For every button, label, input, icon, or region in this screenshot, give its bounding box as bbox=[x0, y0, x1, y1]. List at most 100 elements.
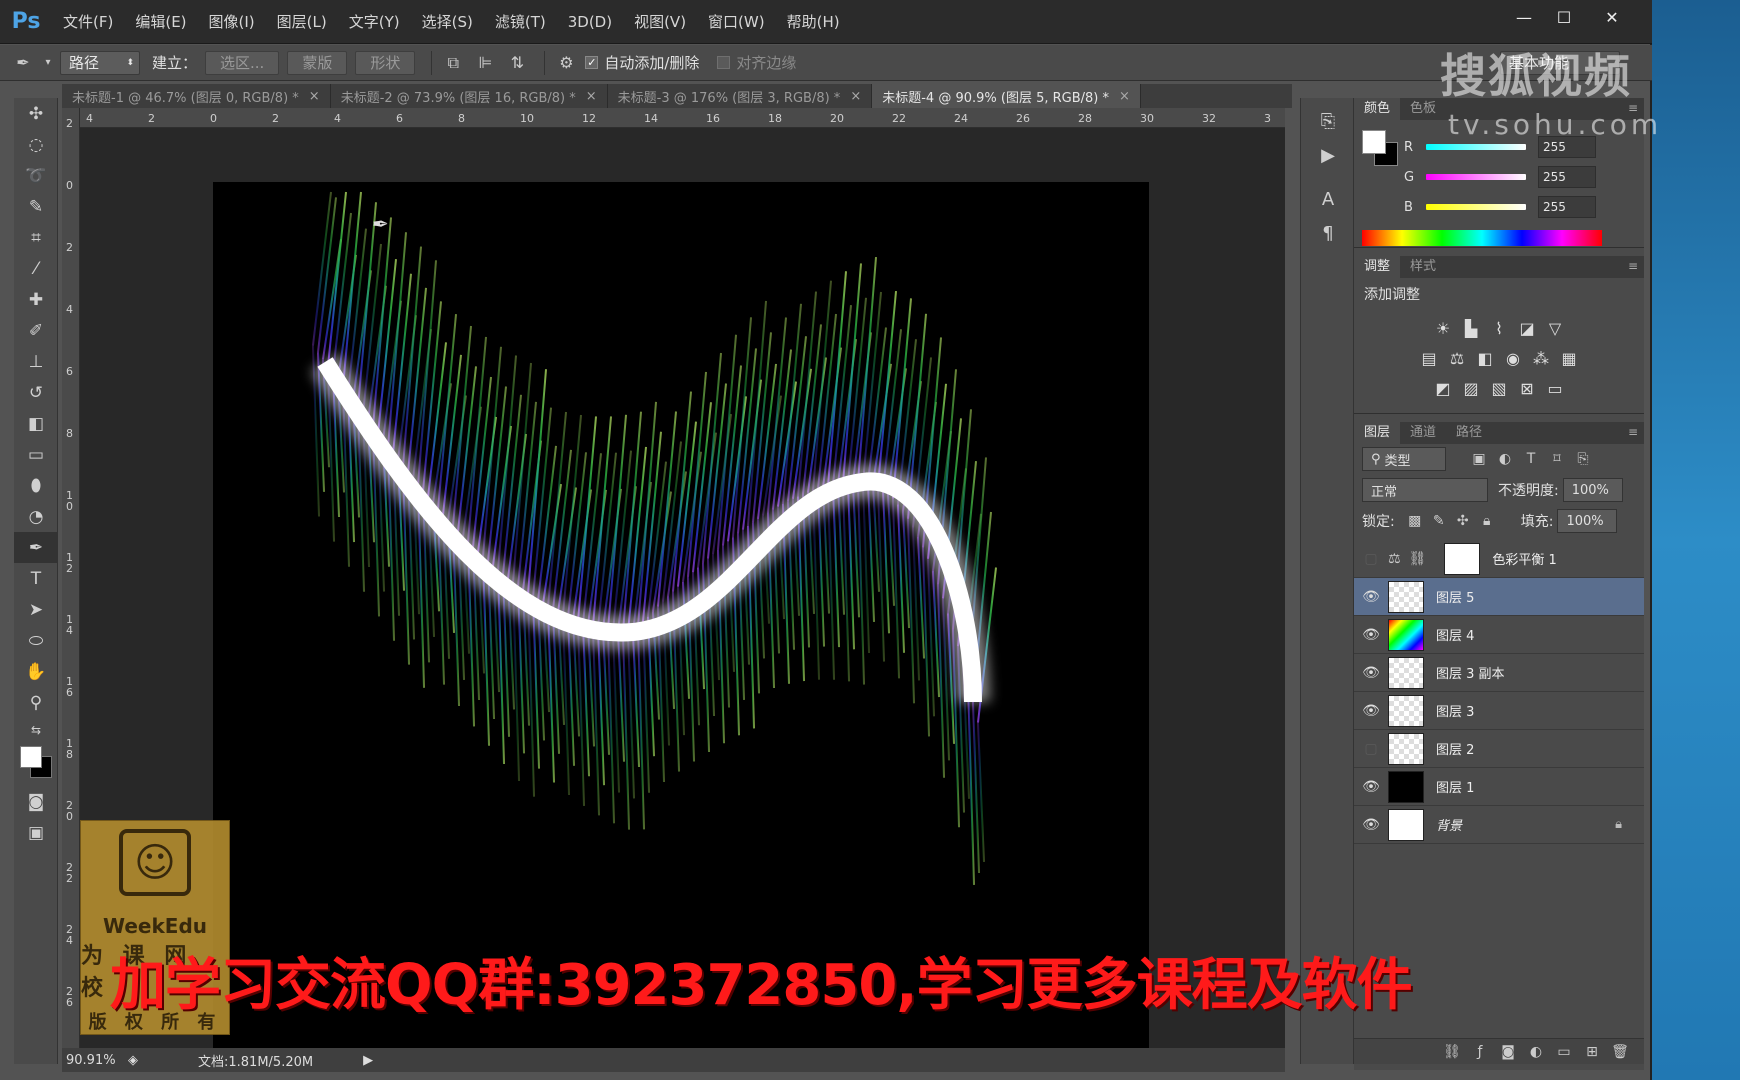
tab-document-3[interactable]: 未标题-3 @ 176% (图层 3, RGB/8) * × bbox=[608, 84, 873, 108]
layer-row[interactable]: 👁︎ 图层 1 bbox=[1354, 768, 1644, 806]
color-spectrum[interactable] bbox=[1362, 230, 1602, 246]
pen-mode-select[interactable]: 路径 ⬍ bbox=[60, 50, 140, 75]
layer-thumbnail[interactable] bbox=[1388, 808, 1424, 841]
blend-mode-select[interactable]: 正常 bbox=[1362, 478, 1488, 502]
filter-smart-object-icon[interactable]: ⎘ bbox=[1570, 451, 1596, 467]
layer-thumbnail[interactable] bbox=[1388, 656, 1424, 689]
fill-input[interactable]: 100% bbox=[1557, 509, 1618, 533]
close-tab-icon[interactable]: × bbox=[586, 89, 597, 104]
tab-styles[interactable]: 样式 bbox=[1400, 256, 1446, 278]
gradient-tool-icon[interactable]: ▭ bbox=[14, 439, 58, 470]
layer-name[interactable]: 色彩平衡 1 bbox=[1492, 549, 1556, 568]
delete-layer-icon[interactable]: 🗑︎ bbox=[1606, 1044, 1634, 1060]
panel-menu-icon[interactable]: ≡ bbox=[1628, 425, 1638, 439]
status-menu-arrow-icon[interactable]: ▶ bbox=[363, 1053, 373, 1068]
layer-thumbnail[interactable] bbox=[1388, 732, 1424, 765]
type-tool-icon[interactable]: T bbox=[14, 563, 58, 594]
close-tab-icon[interactable]: × bbox=[850, 89, 861, 104]
layer-name[interactable]: 图层 3 bbox=[1436, 701, 1474, 720]
crop-tool-icon[interactable]: ⌗ bbox=[14, 222, 58, 253]
menu-help[interactable]: 帮助(H) bbox=[776, 0, 851, 44]
path-arrangement-icon[interactable]: ⇅ bbox=[504, 51, 530, 75]
red-slider[interactable] bbox=[1426, 144, 1526, 150]
menu-3d[interactable]: 3D(D) bbox=[557, 0, 623, 44]
lock-transparent-icon[interactable]: ▩ bbox=[1403, 513, 1427, 529]
layer-row[interactable]: 👁︎ 图层 3 副本 bbox=[1354, 654, 1644, 692]
healing-brush-tool-icon[interactable]: ✚ bbox=[14, 284, 58, 315]
pen-tool-icon[interactable]: ✒ bbox=[14, 532, 58, 563]
make-shape-button[interactable]: 形状 bbox=[355, 50, 416, 75]
tab-document-4[interactable]: 未标题-4 @ 90.9% (图层 5, RGB/8) * × bbox=[872, 84, 1141, 108]
opacity-input[interactable]: 100% bbox=[1562, 478, 1623, 502]
curves-icon[interactable]: ⌇ bbox=[1485, 316, 1513, 340]
move-tool-icon[interactable]: ✣ bbox=[14, 98, 58, 129]
menu-filter[interactable]: 滤镜(T) bbox=[484, 0, 557, 44]
brush-tool-icon[interactable]: ✐ bbox=[14, 315, 58, 346]
dodge-tool-icon[interactable]: ◔ bbox=[14, 501, 58, 532]
layer-row[interactable]: 👁︎ 图层 5 bbox=[1354, 578, 1644, 616]
channel-mixer-icon[interactable]: ⁂ bbox=[1527, 346, 1555, 370]
eyedropper-tool-icon[interactable]: ⁄ bbox=[14, 253, 58, 284]
pen-tool-icon[interactable]: ✒ bbox=[10, 51, 36, 75]
vibrance-icon[interactable]: ▽ bbox=[1541, 316, 1569, 340]
eye-icon[interactable]: 👁︎ bbox=[1354, 817, 1388, 833]
menu-file[interactable]: 文件(F) bbox=[52, 0, 124, 44]
tab-layers[interactable]: 图层 bbox=[1354, 422, 1401, 444]
layer-row[interactable]: 👁︎ 图层 3 bbox=[1354, 692, 1644, 730]
menu-edit[interactable]: 编辑(E) bbox=[124, 0, 197, 44]
path-operations-icon[interactable]: ⧉ bbox=[440, 51, 466, 75]
tab-document-1[interactable]: 未标题-1 @ 46.7% (图层 0, RGB/8) * × bbox=[62, 84, 331, 108]
layer-thumbnail[interactable] bbox=[1388, 618, 1424, 651]
foreground-swatch[interactable] bbox=[1362, 130, 1386, 154]
make-mask-button[interactable]: 蒙版 bbox=[287, 50, 348, 75]
layer-thumbnail[interactable] bbox=[1388, 770, 1424, 803]
marquee-tool-icon[interactable]: ◌ bbox=[14, 129, 58, 160]
filter-shape-icon[interactable]: ⌑ bbox=[1544, 451, 1570, 467]
character-panel-icon[interactable]: A bbox=[1301, 182, 1355, 216]
quick-select-tool-icon[interactable]: ✎ bbox=[14, 191, 58, 222]
blue-value[interactable]: 255 bbox=[1538, 196, 1596, 218]
layer-name[interactable]: 图层 1 bbox=[1436, 777, 1474, 796]
lasso-tool-icon[interactable]: ➰ bbox=[14, 160, 58, 191]
tab-paths[interactable]: 路径 bbox=[1446, 422, 1492, 444]
new-adjustment-icon[interactable]: ◐ bbox=[1522, 1044, 1550, 1060]
history-panel-icon[interactable]: ⎘ bbox=[1301, 104, 1355, 138]
screen-mode-icon[interactable]: ▣ bbox=[14, 817, 58, 848]
green-value[interactable]: 255 bbox=[1538, 166, 1596, 188]
tab-document-2[interactable]: 未标题-2 @ 73.9% (图层 16, RGB/8) * × bbox=[331, 84, 608, 108]
exposure-icon[interactable]: ◪ bbox=[1513, 316, 1541, 340]
menu-window[interactable]: 窗口(W) bbox=[697, 0, 776, 44]
eye-icon[interactable]: 👁︎ bbox=[1354, 779, 1388, 795]
selective-color-icon[interactable]: ⊠ bbox=[1513, 376, 1541, 400]
layer-row[interactable]: 👁︎ 图层 4 bbox=[1354, 616, 1644, 654]
layer-name[interactable]: 图层 4 bbox=[1436, 625, 1474, 644]
blur-tool-icon[interactable]: ⬮ bbox=[14, 470, 58, 501]
lock-position-icon[interactable]: ✣ bbox=[1451, 513, 1475, 529]
filter-pixel-icon[interactable]: ▣ bbox=[1466, 451, 1492, 467]
document-canvas[interactable] bbox=[213, 182, 1149, 1054]
make-selection-button[interactable]: 选区... bbox=[205, 50, 280, 75]
eye-icon[interactable]: 👁︎ bbox=[1354, 703, 1388, 719]
actions-panel-icon[interactable]: ▶ bbox=[1301, 138, 1355, 172]
align-edges-checkbox[interactable] bbox=[717, 56, 731, 69]
panel-menu-icon[interactable]: ≡ bbox=[1628, 259, 1638, 273]
invert-icon[interactable]: ◩ bbox=[1429, 376, 1457, 400]
quick-mask-icon[interactable]: ◙ bbox=[14, 786, 58, 817]
visibility-toggle[interactable]: ▢ bbox=[1354, 551, 1388, 567]
add-mask-icon[interactable]: ◙ bbox=[1494, 1044, 1522, 1060]
eye-icon[interactable]: 👁︎ bbox=[1354, 589, 1388, 605]
layer-row[interactable]: ▢ 图层 2 bbox=[1354, 730, 1644, 768]
close-button[interactable]: ✕ bbox=[1584, 4, 1640, 30]
blue-slider[interactable] bbox=[1426, 204, 1526, 210]
path-select-tool-icon[interactable]: ➤ bbox=[14, 594, 58, 625]
tab-color[interactable]: 颜色 bbox=[1354, 98, 1401, 120]
auto-add-delete-checkbox[interactable]: ✓ bbox=[585, 56, 599, 69]
menu-type[interactable]: 文字(Y) bbox=[338, 0, 411, 44]
eraser-tool-icon[interactable]: ◧ bbox=[14, 408, 58, 439]
layer-filter-select[interactable]: ⚲ 类型 bbox=[1362, 447, 1446, 471]
layer-name[interactable]: 图层 5 bbox=[1436, 587, 1474, 606]
document-workspace[interactable]: ✒ bbox=[80, 128, 1285, 1054]
close-tab-icon[interactable]: × bbox=[1119, 89, 1130, 104]
eye-icon[interactable]: 👁︎ bbox=[1354, 665, 1388, 681]
brightness-icon[interactable]: ☀ bbox=[1429, 316, 1457, 340]
